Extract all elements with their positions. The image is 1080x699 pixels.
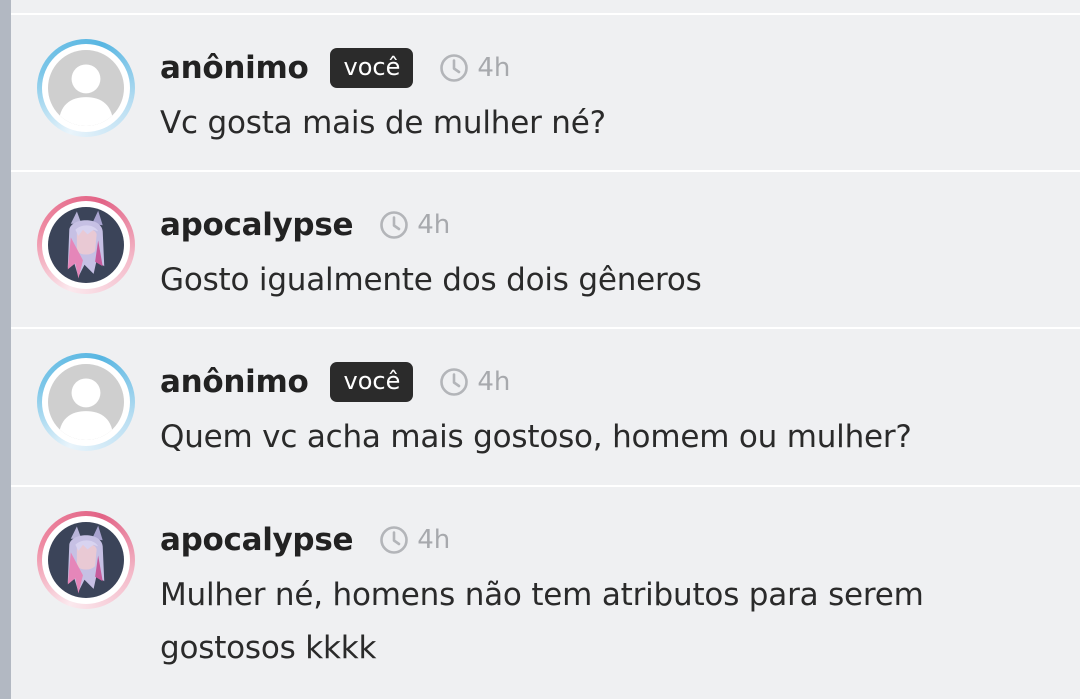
avatar[interactable] (37, 353, 135, 451)
comment-thread: anônimo você 4h Vc gosta mais de mulher … (11, 0, 1080, 699)
timestamp: 4h (379, 525, 450, 555)
clock-icon (380, 526, 409, 554)
timestamp: 4h (439, 53, 510, 83)
avatar[interactable] (37, 196, 135, 294)
comment-header: apocalypse 4h (160, 202, 450, 248)
you-badge: você (330, 362, 414, 402)
username[interactable]: anônimo (160, 50, 309, 86)
default-user-avatar-icon (48, 50, 124, 126)
clock-icon (380, 211, 409, 239)
clock-icon (440, 54, 469, 82)
avatar-frame (42, 516, 130, 604)
avatar[interactable] (37, 511, 135, 609)
timestamp-text: 4h (417, 525, 451, 555)
avatar-frame (42, 44, 130, 132)
avatar[interactable] (37, 39, 135, 137)
comment-item: apocalypse 4h Mulher né, homens não tem … (11, 487, 1080, 699)
comment-header: apocalypse 4h (160, 517, 450, 563)
username[interactable]: anônimo (160, 364, 309, 400)
comment-text: Gosto igualmente dos dois gêneros (160, 262, 702, 298)
timestamp-text: 4h (417, 210, 451, 240)
comment-item: apocalypse 4h Gosto igualmente dos dois … (11, 172, 1080, 329)
comment-item: anônimo você 4h Quem vc acha mais gostos… (11, 329, 1080, 487)
username[interactable]: apocalypse (160, 522, 354, 558)
comment-header: anônimo você 4h (160, 45, 510, 91)
comment-text: Vc gosta mais de mulher né? (160, 105, 606, 141)
you-badge: você (330, 48, 414, 88)
clock-icon (440, 368, 469, 396)
timestamp: 4h (439, 367, 510, 397)
anime-character-avatar-icon (48, 207, 124, 283)
anime-character-avatar-icon (48, 522, 124, 598)
timestamp: 4h (379, 210, 450, 240)
comment-header: anônimo você 4h (160, 359, 510, 405)
comment-text: Mulher né, homens não tem atributos para… (160, 577, 924, 666)
timestamp-text: 4h (477, 53, 511, 83)
timestamp-text: 4h (477, 367, 511, 397)
username[interactable]: apocalypse (160, 207, 354, 243)
thread-indent-bar (0, 0, 11, 699)
avatar-frame (42, 358, 130, 446)
comment-item: anônimo você 4h Vc gosta mais de mulher … (11, 15, 1080, 172)
comment-text: Quem vc acha mais gostoso, homem ou mulh… (160, 419, 912, 455)
avatar-frame (42, 201, 130, 289)
default-user-avatar-icon (48, 364, 124, 440)
